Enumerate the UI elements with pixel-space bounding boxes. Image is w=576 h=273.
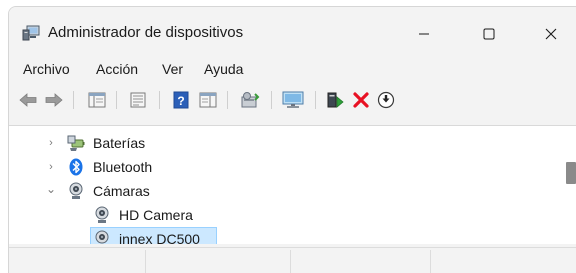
- webcam-icon: [95, 206, 109, 223]
- disable-device-button[interactable]: [375, 87, 397, 113]
- disable-device-icon: [377, 91, 395, 109]
- show-hide-console-tree-button[interactable]: [86, 87, 108, 113]
- toolbar-separator: [227, 91, 228, 109]
- help-button[interactable]: ?: [170, 87, 192, 113]
- bluetooth-icon: [69, 158, 83, 176]
- tree-item-label: Baterías: [93, 135, 146, 151]
- tree-item-label: HD Camera: [119, 207, 193, 223]
- collapse-chevron-icon[interactable]: ⌄: [45, 182, 57, 196]
- tree-item-label: Cámaras: [93, 183, 150, 199]
- tree-item-bluetooth[interactable]: › Bluetooth: [9, 157, 554, 179]
- back-arrow-icon: [19, 93, 37, 107]
- uninstall-device-icon: [353, 92, 369, 108]
- camera-icon: [69, 182, 83, 199]
- close-button[interactable]: [521, 15, 576, 53]
- tree-item-label: Bluetooth: [93, 159, 153, 175]
- status-separator: [145, 250, 146, 273]
- action-pane-icon: [199, 92, 217, 108]
- forward-button[interactable]: [43, 87, 65, 113]
- tree-item-baterias[interactable]: › Baterías: [9, 133, 554, 155]
- minimize-icon: [419, 33, 429, 35]
- menu-ver[interactable]: Ver: [162, 61, 183, 77]
- device-manager-window: Administrador de dispositivos Archivo Ac…: [8, 6, 576, 273]
- menu-archivo[interactable]: Archivo: [23, 61, 70, 77]
- help-icon: ?: [173, 91, 189, 109]
- status-separator: [290, 250, 291, 273]
- action-pane-button[interactable]: [197, 87, 219, 113]
- maximize-icon: [483, 28, 495, 40]
- scan-hardware-button[interactable]: [238, 87, 262, 113]
- expand-chevron-icon[interactable]: ›: [45, 160, 57, 174]
- toolbar-separator: [116, 91, 117, 109]
- svg-text:?: ?: [177, 94, 184, 108]
- tree-item-innex-dc500[interactable]: innex DC500: [9, 229, 554, 244]
- window-title: Administrador de dispositivos: [48, 24, 244, 41]
- back-button[interactable]: [17, 87, 39, 113]
- menu-ayuda[interactable]: Ayuda: [204, 61, 243, 77]
- show-hide-console-tree-icon: [88, 92, 106, 108]
- close-icon: [545, 28, 557, 40]
- properties-icon: [130, 92, 146, 108]
- update-driver-button[interactable]: [324, 87, 346, 113]
- tree-item-label: innex DC500: [119, 231, 200, 244]
- forward-arrow-icon: [45, 93, 63, 107]
- menu-bar: Archivo Acción Ver Ayuda: [9, 57, 576, 81]
- maximize-button[interactable]: [459, 15, 519, 53]
- tree-item-camaras[interactable]: ⌄ Cámaras: [9, 181, 554, 203]
- expand-chevron-icon[interactable]: ›: [45, 136, 57, 150]
- battery-icon: [67, 135, 85, 151]
- title-bar[interactable]: Administrador de dispositivos: [9, 7, 576, 53]
- toolbar-separator: [159, 91, 160, 109]
- uninstall-device-button[interactable]: [350, 87, 372, 113]
- device-manager-app-icon: [22, 25, 40, 41]
- toolbar-separator: [315, 91, 316, 109]
- menu-accion[interactable]: Acción: [96, 61, 138, 77]
- minimize-button[interactable]: [394, 15, 454, 53]
- toolbar-separator: [271, 91, 272, 109]
- toolbar-separator: [73, 91, 74, 109]
- monitor-button[interactable]: [280, 87, 306, 113]
- status-separator: [430, 250, 431, 273]
- scan-hardware-icon: [241, 92, 260, 108]
- toolbar: ?: [9, 87, 576, 113]
- webcam-icon: [95, 230, 109, 244]
- device-tree[interactable]: › Baterías › Bluetooth ⌄ Cámaras HD Came…: [9, 125, 576, 244]
- monitor-icon: [282, 91, 304, 108]
- update-driver-icon: [327, 92, 344, 108]
- status-bar: [9, 247, 576, 273]
- tree-item-hd-camera[interactable]: HD Camera: [9, 205, 554, 227]
- properties-button[interactable]: [127, 87, 149, 113]
- vertical-scrollbar-thumb[interactable]: [566, 162, 576, 184]
